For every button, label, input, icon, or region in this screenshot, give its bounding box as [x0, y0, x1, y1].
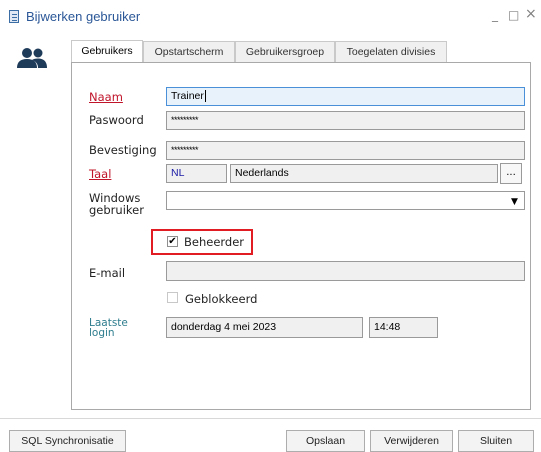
language-label: Taal [89, 167, 112, 181]
chevron-down-icon[interactable]: ▼ [511, 197, 518, 207]
users-icon [17, 48, 47, 68]
email-label: E-mail [89, 266, 126, 280]
email-input[interactable] [166, 261, 525, 281]
admin-checkbox[interactable]: ✔ [167, 236, 178, 247]
password-label: Paswoord [89, 113, 144, 127]
tab-toegelaten-divisies[interactable]: Toegelaten divisies [335, 41, 447, 62]
tab-gebruikersgroep[interactable]: Gebruikersgroep [235, 41, 335, 62]
delete-button[interactable]: Verwijderen [370, 430, 453, 452]
windows-user-dropdown[interactable] [166, 191, 525, 210]
language-name-field: Nederlands [230, 164, 498, 183]
window-title: Bijwerken gebruiker [26, 9, 141, 24]
last-login-date-field: donderdag 4 mei 2023 [166, 317, 363, 338]
name-input[interactable]: Trainer [166, 87, 525, 106]
language-code-input[interactable]: NL [166, 164, 227, 183]
last-login-time-field: 14:48 [369, 317, 438, 338]
save-button[interactable]: Opslaan [286, 430, 365, 452]
blocked-checkbox[interactable] [167, 292, 178, 303]
close-button[interactable]: Sluiten [458, 430, 534, 452]
footer-separator [0, 418, 541, 419]
admin-label: Beheerder [184, 235, 245, 249]
windows-user-label: Windows gebruiker [89, 191, 144, 217]
confirm-password-input[interactable]: ********* [166, 141, 525, 160]
form-icon [9, 10, 19, 23]
last-login-label: Laatste login [89, 317, 128, 339]
language-picker-button[interactable]: ... [500, 163, 522, 184]
password-input[interactable]: ********* [166, 111, 525, 130]
maximize-button[interactable]: □ [508, 8, 519, 22]
close-window-button[interactable]: × [525, 6, 537, 22]
title-bar: Bijwerken gebruiker _ □ × [0, 0, 541, 34]
sql-sync-button[interactable]: SQL Synchronisatie [9, 430, 126, 452]
tab-gebruikers[interactable]: Gebruikers [71, 40, 143, 63]
blocked-label: Geblokkeerd [185, 292, 258, 306]
minimize-button[interactable]: _ [492, 8, 498, 22]
confirm-password-label: Bevestiging [89, 143, 157, 157]
tab-opstartscherm[interactable]: Opstartscherm [143, 41, 235, 62]
name-label: Naam [89, 90, 123, 104]
